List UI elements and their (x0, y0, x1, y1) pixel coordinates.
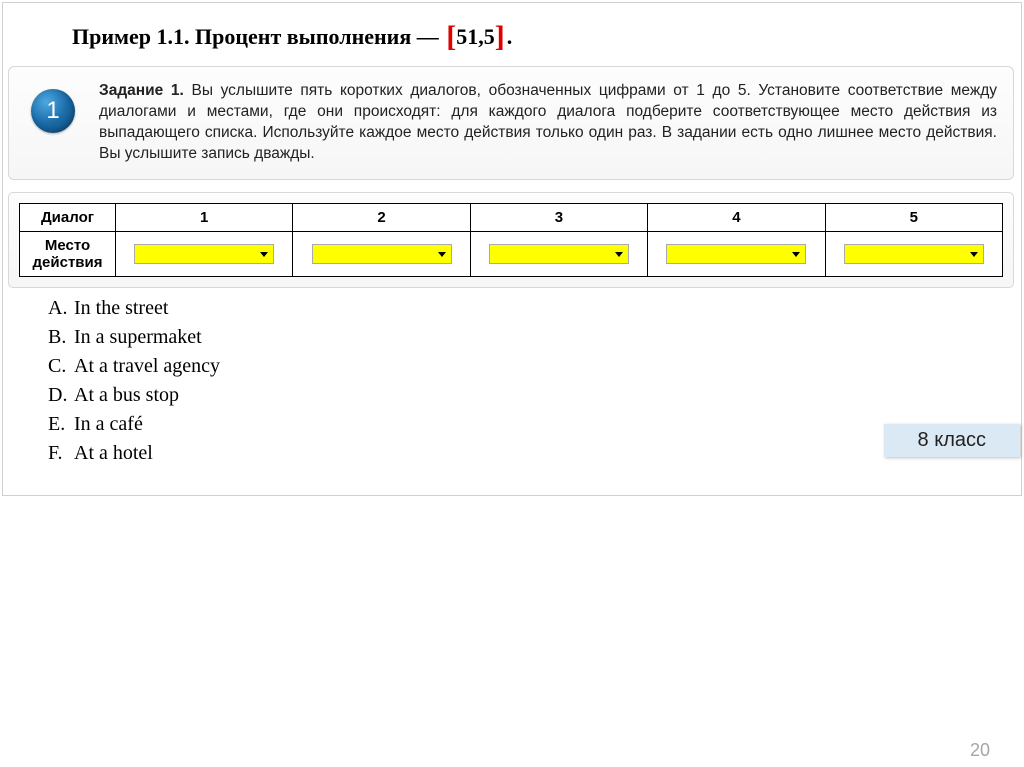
task-number-badge: 1 (31, 89, 75, 133)
task-panel: 1 Задание 1. Вы услышите пять коротких д… (8, 66, 1014, 180)
dropdown-1[interactable] (134, 244, 274, 264)
percent-value: 51,5 (456, 24, 495, 49)
option-a: A.In the street (48, 294, 220, 323)
title-prefix: Пример 1.1. Процент выполнения — (72, 24, 444, 49)
option-b: B.In a supermaket (48, 323, 220, 352)
col-4: 4 (648, 204, 825, 232)
option-d: D.At a bus stop (48, 381, 220, 410)
row-place-label: Место действия (20, 232, 116, 277)
chevron-down-icon (789, 247, 803, 261)
dropdown-4[interactable] (666, 244, 806, 264)
col-5: 5 (825, 204, 1002, 232)
chevron-down-icon (435, 247, 449, 261)
title-suffix: . (507, 24, 513, 49)
option-c: C.At a travel agency (48, 352, 220, 381)
page-number: 20 (970, 740, 990, 761)
answer-block: Диалог 1 2 3 4 5 Место действия (8, 192, 1014, 288)
col-3: 3 (470, 204, 647, 232)
col-2: 2 (293, 204, 470, 232)
dropdown-2[interactable] (312, 244, 452, 264)
dropdown-5[interactable] (844, 244, 984, 264)
bracket-right: ] (495, 20, 505, 53)
grade-tag: 8 класс (884, 424, 1020, 457)
bracket-left: [ (446, 20, 456, 53)
chevron-down-icon (967, 247, 981, 261)
chevron-down-icon (612, 247, 626, 261)
dropdown-3[interactable] (489, 244, 629, 264)
task-body: Вы услышите пять коротких диалогов, обоз… (99, 82, 997, 162)
option-f: F.At a hotel (48, 439, 220, 468)
options-list: A.In the street B.In a supermaket C.At a… (48, 294, 220, 468)
page-title: Пример 1.1. Процент выполнения — [51,5] … (72, 18, 512, 52)
answer-table: Диалог 1 2 3 4 5 Место действия (19, 203, 1003, 277)
option-e: E.In a café (48, 410, 220, 439)
highlighted-value: [51,5] (444, 18, 507, 52)
task-lead: Задание 1. (99, 82, 184, 99)
chevron-down-icon (257, 247, 271, 261)
col-1: 1 (116, 204, 293, 232)
row-dialog-label: Диалог (20, 204, 116, 232)
task-text: Задание 1. Вы услышите пять коротких диа… (99, 81, 997, 165)
